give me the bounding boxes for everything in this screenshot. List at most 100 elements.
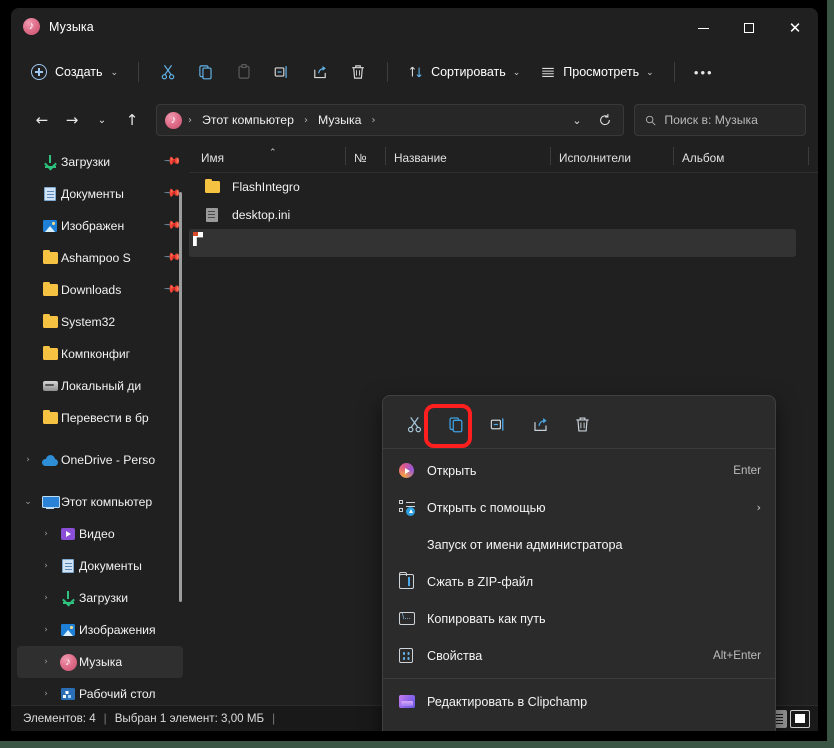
- plus-icon: [31, 64, 47, 80]
- menu-item-label: Копировать как путь: [427, 611, 546, 626]
- expander-icon[interactable]: ›: [35, 689, 57, 699]
- column-header-title[interactable]: Название: [386, 147, 551, 165]
- expander-icon[interactable]: ›: [17, 455, 39, 465]
- sidebar-item-pictures-quick[interactable]: Изображен 📌: [17, 210, 183, 242]
- refresh-icon: [600, 114, 610, 126]
- up-button[interactable]: ↑: [117, 105, 147, 135]
- sidebar-scrollbar-thumb[interactable]: [179, 192, 182, 602]
- sidebar-item-video[interactable]: › Видео: [17, 518, 183, 550]
- navigation-pane[interactable]: Загрузки 📌 Документы 📌 Изображен 📌 Asham…: [11, 144, 189, 708]
- download-icon: [39, 155, 61, 171]
- column-header-artists[interactable]: Исполнители: [551, 147, 674, 165]
- share-button[interactable]: [301, 56, 339, 88]
- recent-locations-button[interactable]: ⌄: [87, 105, 117, 135]
- copy-button[interactable]: [439, 408, 473, 440]
- share-button[interactable]: [523, 408, 557, 440]
- table-row[interactable]: [189, 229, 796, 257]
- sort-button[interactable]: Сортировать ⌄: [398, 56, 530, 88]
- sidebar-item-documents[interactable]: › Документы: [17, 550, 183, 582]
- sidebar-item-ashampoo[interactable]: Ashampoo S 📌: [17, 242, 183, 274]
- copy-icon: [199, 65, 212, 80]
- maximize-button[interactable]: [726, 8, 772, 48]
- file-name: FlashIntegro: [232, 180, 300, 194]
- refresh-button[interactable]: [591, 107, 619, 133]
- delete-button[interactable]: [339, 56, 377, 88]
- rename-button[interactable]: [481, 408, 515, 440]
- menu-item-copy-as-path[interactable]: Копировать как путь: [387, 600, 771, 637]
- delete-icon: [575, 416, 589, 432]
- sidebar-item-label: Downloads: [61, 283, 122, 297]
- sidebar-item-kompkonfig[interactable]: Компконфиг: [17, 338, 183, 370]
- menu-item-run-as-admin[interactable]: Запуск от имени администратора: [387, 526, 771, 563]
- menu-item-open-with[interactable]: Открыть с помощью ›: [387, 489, 771, 526]
- context-menu[interactable]: Открыть Enter Открыть с помощью › Запуск…: [382, 395, 776, 731]
- menu-item-properties[interactable]: Свойства Alt+Enter: [387, 637, 771, 674]
- sidebar-item-downloads[interactable]: › Загрузки: [17, 582, 183, 614]
- expander-icon[interactable]: ›: [35, 529, 57, 539]
- forward-button[interactable]: →: [57, 105, 87, 135]
- music-note-icon: ♪: [23, 18, 40, 35]
- search-input[interactable]: [664, 113, 795, 127]
- column-header-name[interactable]: Имя ⌃: [201, 147, 346, 165]
- breadcrumb-item-this-pc[interactable]: Этот компьютер: [198, 111, 298, 129]
- cut-icon: [407, 416, 421, 432]
- close-button[interactable]: ✕: [772, 8, 818, 48]
- share-icon: [314, 65, 326, 79]
- menu-item-open[interactable]: Открыть Enter: [387, 452, 771, 489]
- view-button[interactable]: Просмотреть ⌄: [530, 56, 663, 88]
- table-row[interactable]: desktop.ini: [189, 201, 796, 229]
- ini-file-icon: [201, 208, 223, 222]
- expander-icon[interactable]: ›: [35, 657, 57, 667]
- more-options-button[interactable]: •••: [685, 56, 723, 88]
- sidebar-item-label: Документы: [79, 559, 142, 573]
- chevron-down-icon: ⌄: [110, 68, 119, 78]
- desktop-icon: [57, 688, 79, 700]
- chevron-down-icon: ⌄: [512, 68, 521, 78]
- search-box[interactable]: [634, 104, 806, 136]
- expander-icon[interactable]: ›: [35, 593, 57, 603]
- window-controls: ✕: [680, 8, 818, 48]
- sidebar-item-desktop[interactable]: › Рабочий стол: [17, 678, 183, 708]
- address-dropdown-button[interactable]: ⌄: [563, 107, 591, 133]
- breadcrumb-item-music[interactable]: Музыка: [314, 111, 366, 129]
- cut-button[interactable]: [149, 56, 187, 88]
- column-divider[interactable]: [808, 147, 809, 165]
- column-label: Альбом: [682, 151, 725, 165]
- expander-icon[interactable]: ›: [35, 561, 57, 571]
- delete-button[interactable]: [565, 408, 599, 440]
- sidebar-item-this-pc[interactable]: ⌄ Этот компьютер: [17, 486, 183, 518]
- cut-button[interactable]: [397, 408, 431, 440]
- menu-item-edit-clipchamp[interactable]: Редактировать в Clipchamp: [387, 683, 771, 720]
- sidebar-item-pictures[interactable]: › Изображения: [17, 614, 183, 646]
- table-row[interactable]: FlashIntegro: [189, 173, 796, 201]
- sidebar-item-onedrive[interactable]: › OneDrive - Perso: [17, 444, 183, 476]
- sidebar-item-perevesti[interactable]: Перевести в бр: [17, 402, 183, 434]
- sidebar-item-documents-quick[interactable]: Документы 📌: [17, 178, 183, 210]
- large-icons-view-icon[interactable]: [790, 709, 810, 728]
- column-header-album[interactable]: Альбом: [674, 147, 809, 165]
- minimize-button[interactable]: [680, 8, 726, 48]
- back-button[interactable]: ←: [27, 105, 57, 135]
- sidebar-item-downloads-folder[interactable]: Downloads 📌: [17, 274, 183, 306]
- cut-icon: [161, 64, 175, 80]
- expander-icon[interactable]: ⌄: [17, 497, 39, 507]
- up-arrow-icon: ↑: [125, 111, 139, 129]
- sidebar-item-downloads-quick[interactable]: Загрузки 📌: [17, 146, 183, 178]
- sidebar-item-music[interactable]: › ♪ Музыка: [17, 646, 183, 678]
- rename-button[interactable]: [263, 56, 301, 88]
- address-bar[interactable]: ♪ › Этот компьютер › Музыка › ⌄: [156, 104, 624, 136]
- context-menu-toolbar: [383, 400, 775, 448]
- column-headers: Имя ⌃ № Название Исполнители Альбом: [189, 144, 818, 173]
- window-title: Музыка: [49, 19, 94, 34]
- expander-icon[interactable]: ›: [35, 625, 57, 635]
- menu-item-label: Открыть с помощью: [427, 500, 546, 515]
- menu-item-label: Открыть: [427, 463, 477, 478]
- paste-button: [225, 56, 263, 88]
- menu-item-share-skype[interactable]: S Поделиться в Skype: [387, 720, 771, 731]
- new-button[interactable]: Создать ⌄: [23, 56, 128, 88]
- sidebar-item-system32[interactable]: System32: [17, 306, 183, 338]
- column-header-track[interactable]: №: [346, 147, 386, 165]
- sidebar-item-local-disk[interactable]: Локальный ди: [17, 370, 183, 402]
- copy-button[interactable]: [187, 56, 225, 88]
- menu-item-compress-zip[interactable]: Сжать в ZIP-файл: [387, 563, 771, 600]
